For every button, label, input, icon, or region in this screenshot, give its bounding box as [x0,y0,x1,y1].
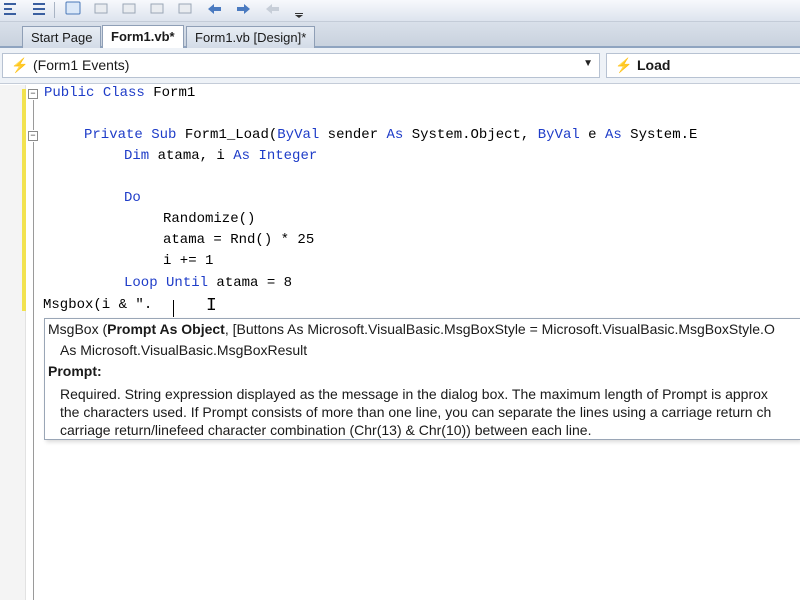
tooltip-param-title: Prompt: [48,363,102,379]
align-left-icon[interactable] [2,0,20,18]
ibeam-cursor-icon: I [206,296,217,316]
object-dropdown[interactable]: ⚡ (Form1 Events) ▼ [2,53,600,78]
code-line[interactable]: atama = Rnd() * 25 [163,230,314,250]
keyword: Loop [124,275,158,291]
document-tab-strip: Start Page Form1.vb* Form1.vb [Design]* [0,22,800,49]
code-text: Form1_Load( [176,127,278,143]
text-caret [173,300,174,317]
clear-bookmark-icon[interactable] [264,0,282,18]
outline-line [33,142,34,367]
keyword: As [386,127,404,143]
keyword: Private [84,127,143,143]
find-bookmark-icon[interactable] [206,0,224,18]
keyword: Sub [151,127,177,143]
tooltip-description-line: Required. String expression displayed as… [60,386,768,402]
code-line[interactable]: Private Sub Form1_Load(ByVal sender As S… [84,125,697,145]
toolbar-separator [54,2,55,18]
signature-method: MsgBox ( [48,321,108,337]
uncomment-icon[interactable] [92,0,110,18]
code-line[interactable]: i += 1 [163,251,213,271]
prev-bookmark-icon[interactable] [148,0,166,18]
next-bookmark-icon[interactable] [176,0,194,18]
code-text: System.Object, [403,127,538,143]
tooltip-return-type: As Microsoft.VisualBasic.MsgBoxResult [60,342,308,358]
tab-form1-code[interactable]: Form1.vb* [102,25,184,49]
collapse-class-toggle[interactable]: − [28,89,38,99]
keyword: As [604,127,622,143]
tab-start-page[interactable]: Start Page [22,26,102,48]
collapse-sub-toggle[interactable]: − [28,131,38,141]
overflow-icon[interactable] [290,0,308,18]
keyword: Do [124,190,141,206]
outline-line [33,341,34,600]
event-bolt-icon: ⚡ [11,57,29,73]
object-dropdown-value: (Form1 Events) [33,57,130,73]
signature-rest: , [Buttons As Microsoft.VisualBasic.MsgB… [224,321,775,337]
code-navigation-bar: ⚡ (Form1 Events) ▼ ⚡ Load [0,48,800,84]
event-bolt-icon: ⚡ [615,57,633,73]
chevron-down-icon[interactable]: ▼ [583,58,593,69]
method-dropdown[interactable]: ⚡ Load [606,53,800,78]
comment-icon[interactable] [64,0,82,18]
code-line[interactable]: Do [124,188,141,208]
change-tracking-bar [22,89,26,311]
keyword: Integer [250,148,318,164]
tooltip-description-line: the characters used. If Prompt consists … [60,404,772,420]
outline-line [33,100,34,130]
keyword: Class [102,85,145,101]
code-text: e [579,127,605,143]
tab-form1-design[interactable]: Form1.vb [Design]* [186,26,316,48]
keyword: ByVal [277,127,320,143]
format-icon[interactable] [30,0,48,18]
editor-toolbar [0,0,800,22]
code-line-current[interactable]: Msgbox(i & ". [43,295,152,315]
code-text: Form1 [144,85,196,101]
next-arrow-icon[interactable] [234,0,252,18]
code-text: System.E [621,127,698,143]
keyword: As [233,148,251,164]
tooltip-description-line: carriage return/linefeed character combi… [60,422,592,438]
code-line[interactable]: Dim atama, i As Integer [124,146,317,166]
signature-current-param: Prompt As Object [107,321,225,337]
code-line[interactable]: Loop Until atama = 8 [124,273,292,293]
tooltip-signature: MsgBox (Prompt As Object, [Buttons As Mi… [48,321,775,337]
code-line[interactable]: Randomize() [163,209,255,229]
keyword: Until [157,275,209,291]
keyword: Dim [124,148,150,164]
code-text: atama = 8 [208,275,293,291]
bookmark-icon[interactable] [120,0,138,18]
keyword: ByVal [537,127,580,143]
keyword: Public [44,85,95,101]
method-dropdown-value: Load [637,57,671,73]
code-text: sender [319,127,387,143]
code-line[interactable]: Public Class Form1 [44,83,195,103]
code-text: atama, i [149,148,234,164]
parameter-info-tooltip: MsgBox (Prompt As Object, [Buttons As Mi… [44,318,800,440]
